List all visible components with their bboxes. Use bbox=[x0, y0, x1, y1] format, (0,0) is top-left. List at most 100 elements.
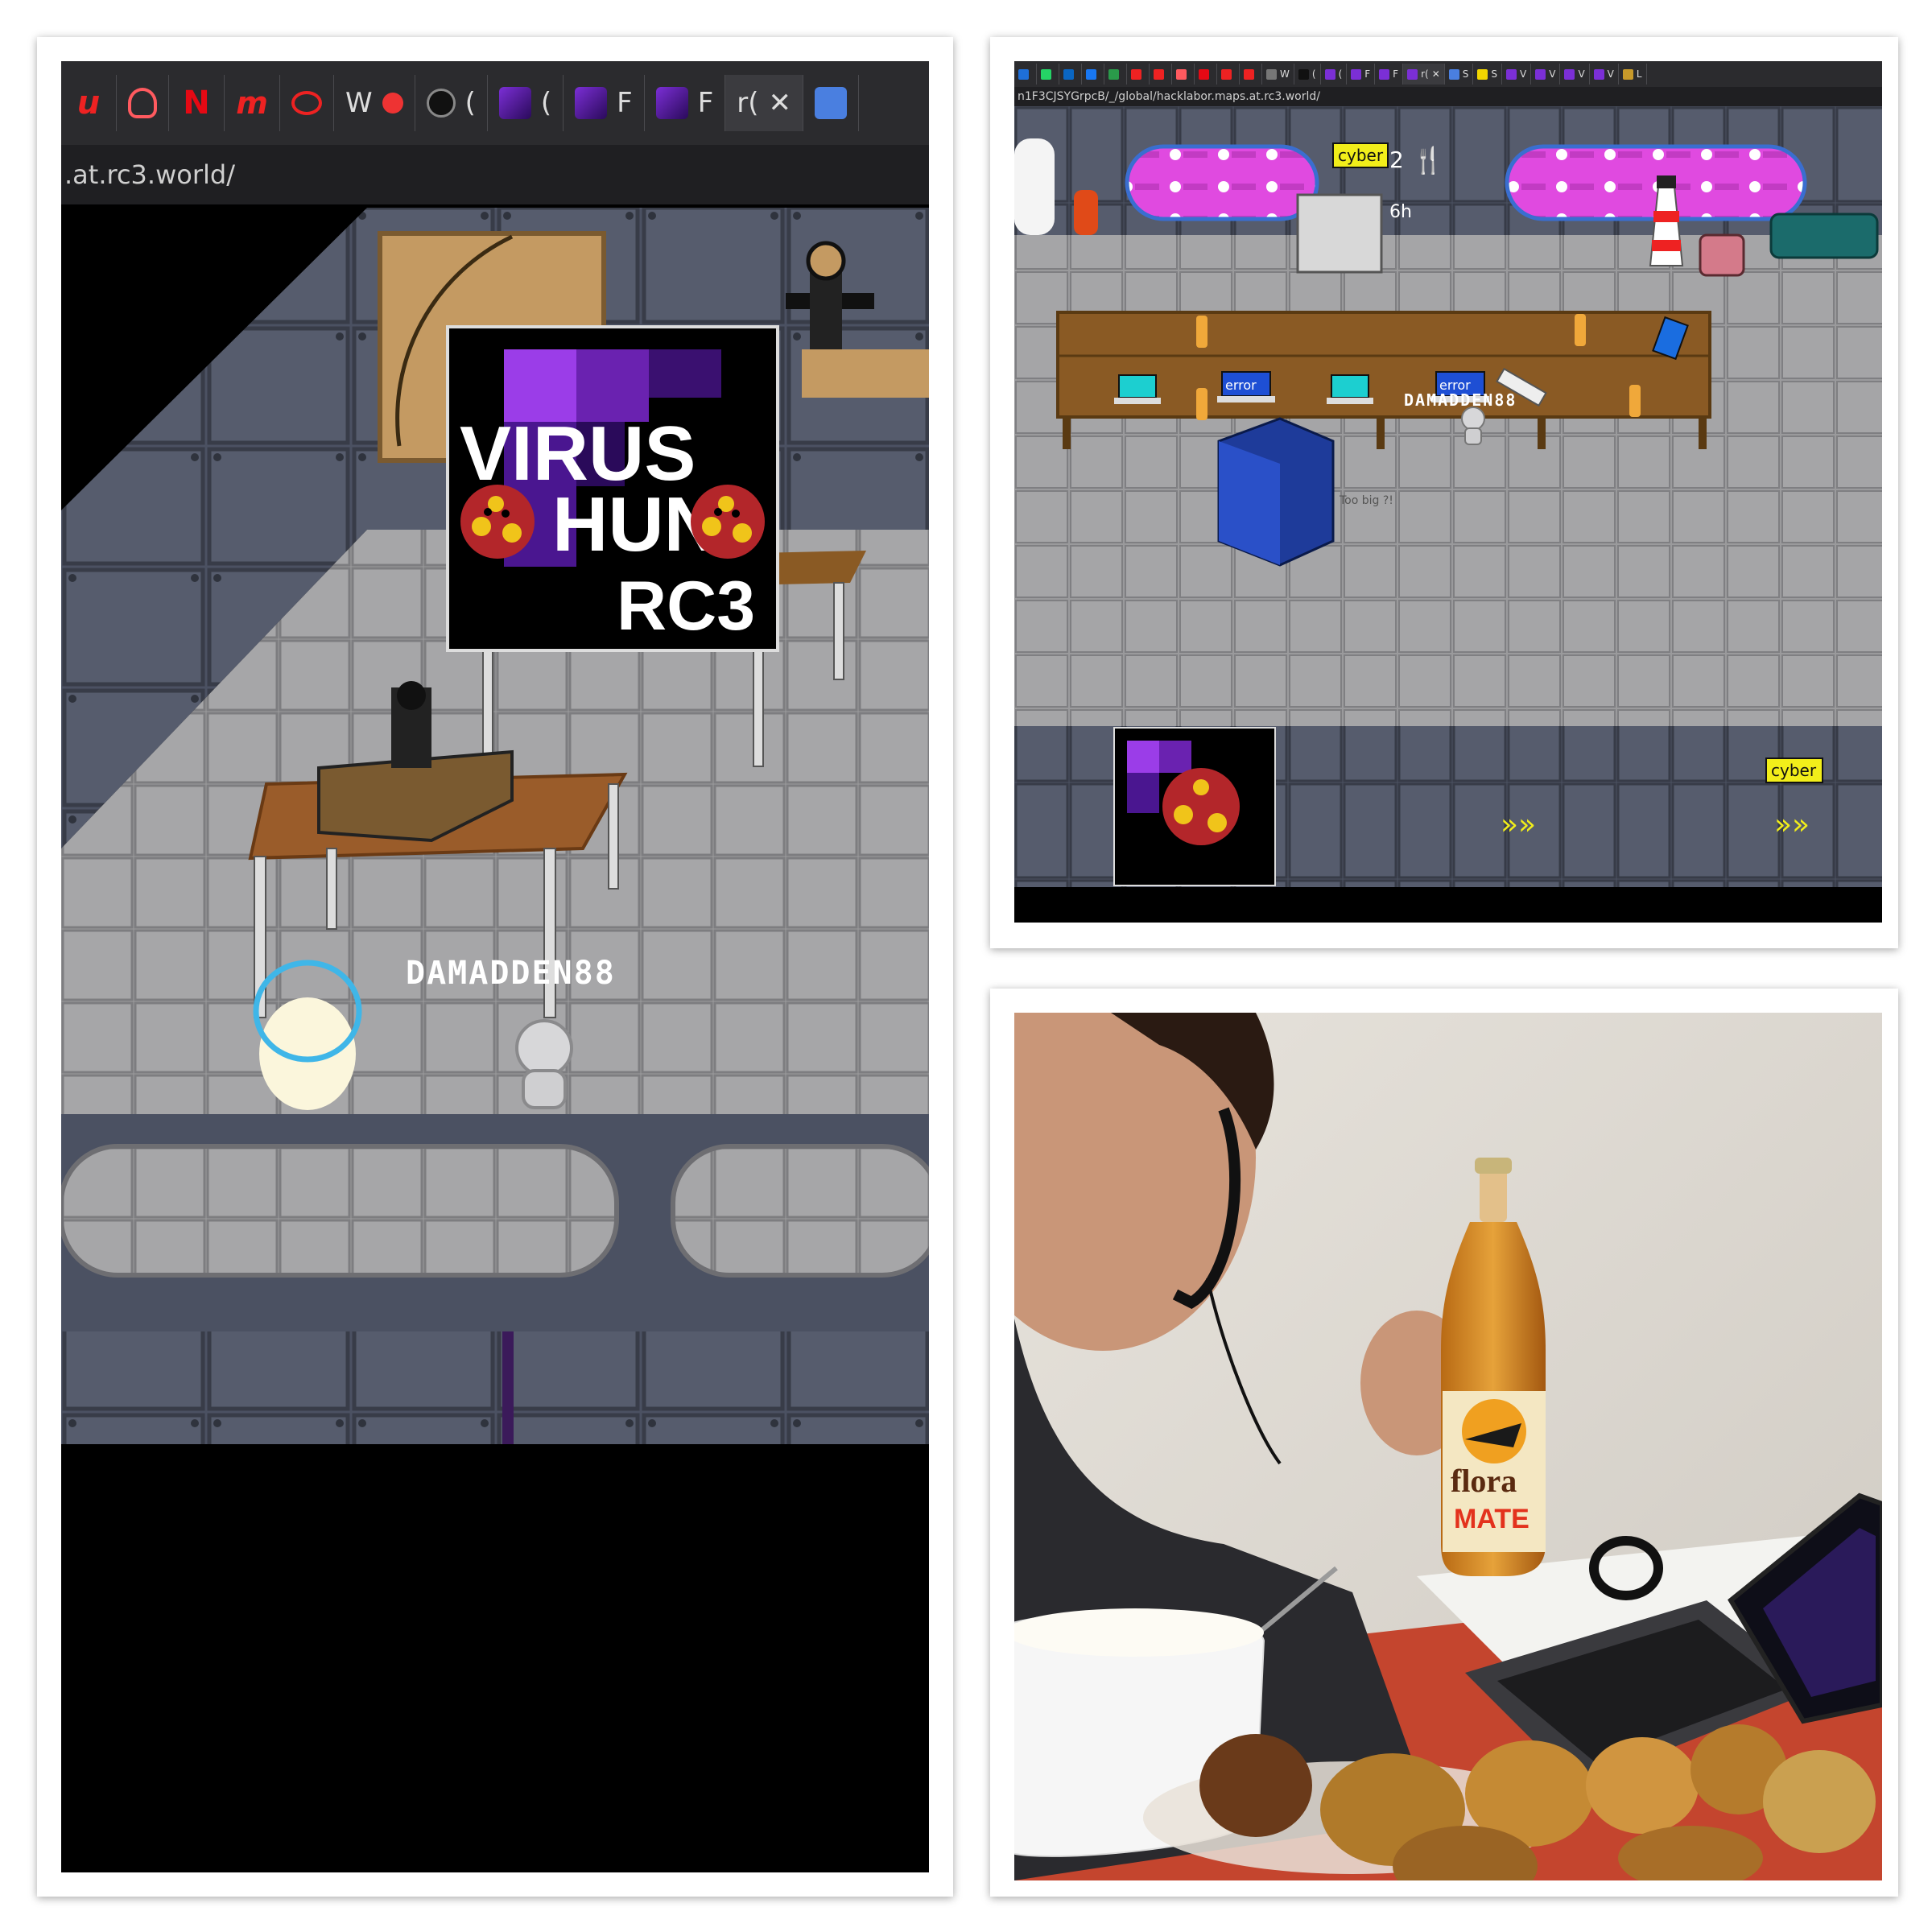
browser-tab[interactable]: F bbox=[1375, 64, 1404, 85]
browser-tab[interactable] bbox=[1037, 64, 1059, 85]
tab-label: F bbox=[1393, 68, 1399, 80]
tab-label: ( bbox=[1311, 68, 1316, 80]
tab-github[interactable]: ( bbox=[415, 75, 488, 131]
photo-frame-left: u N m W ( ( F F r( ✕ .at.rc3.world/ VIRU… bbox=[37, 37, 953, 1897]
tab-ring[interactable] bbox=[280, 75, 334, 131]
browser-tab-bar: u N m W ( ( F F r( ✕ bbox=[61, 61, 929, 145]
browser-tab[interactable]: V bbox=[1531, 64, 1561, 85]
rc3-icon bbox=[1324, 68, 1335, 80]
error-laptop: error bbox=[1217, 371, 1275, 402]
tab-active[interactable]: r( ✕ bbox=[725, 75, 804, 131]
tab-netflix[interactable]: N bbox=[169, 75, 225, 131]
laptop-icon bbox=[1327, 374, 1373, 404]
sleep-sign: 6h bbox=[1389, 202, 1412, 222]
cutlery-icon: 🍴 bbox=[1412, 145, 1444, 175]
browser-tab-bar: W ((F Fr(✕ S S V V V V L bbox=[1014, 61, 1882, 87]
photo-frame-top-right: W ((F Fr(✕ S S V V V V L n1F3CJSYGrpcB/_/global/h… bbox=[990, 37, 1898, 948]
play-icon bbox=[1535, 68, 1546, 80]
tab-u[interactable]: u bbox=[61, 75, 117, 131]
virus-hunt-poster: VIRUS HUN RC3 bbox=[446, 325, 779, 652]
ring-icon bbox=[291, 91, 322, 115]
ring-icon bbox=[1244, 68, 1254, 80]
browser-tab[interactable]: ( bbox=[1321, 64, 1348, 85]
counter-sign: 2 bbox=[1389, 147, 1404, 173]
cyber-sign-text: cyber bbox=[1338, 146, 1384, 165]
play-icon bbox=[1506, 68, 1517, 80]
chevron-right-icon: »» bbox=[1501, 808, 1536, 841]
miro-icon bbox=[1477, 68, 1488, 80]
cyber-sign-text: cyber bbox=[1771, 761, 1817, 780]
browser-tab[interactable]: L bbox=[1619, 64, 1647, 85]
browser-tab[interactable]: V bbox=[1590, 64, 1619, 85]
rc3-icon bbox=[655, 87, 688, 119]
white-door bbox=[1014, 138, 1055, 235]
u-icon: u bbox=[76, 85, 101, 122]
tab-label: V bbox=[1520, 68, 1527, 80]
mate-bottle-icon bbox=[1196, 316, 1208, 348]
browser-tab[interactable] bbox=[1172, 64, 1195, 85]
bottle-brand: flora bbox=[1451, 1463, 1517, 1499]
tab-label: r( bbox=[737, 87, 759, 119]
game-viewport[interactable]: VIRUS HUN RC3 DAMADDEN88 bbox=[61, 204, 929, 1872]
bottom-black bbox=[1014, 887, 1882, 923]
server-note: Too big ?! bbox=[1339, 494, 1393, 507]
mate-bottle-icon bbox=[1196, 388, 1208, 420]
fire-extinguisher-icon bbox=[1074, 190, 1098, 235]
u-icon bbox=[1154, 68, 1164, 80]
linkedin-icon bbox=[1063, 68, 1074, 80]
server-rack-icon bbox=[1217, 417, 1335, 567]
rc3-icon bbox=[1351, 68, 1362, 80]
browser-tab[interactable]: ( bbox=[1294, 64, 1321, 85]
refresh-icon bbox=[1108, 68, 1119, 80]
player-avatar[interactable] bbox=[515, 1019, 573, 1109]
browser-tab[interactable] bbox=[1150, 64, 1172, 85]
browser-tab[interactable] bbox=[1195, 64, 1217, 85]
browser-tab[interactable] bbox=[1240, 64, 1262, 85]
tab-docs[interactable] bbox=[803, 75, 860, 131]
browser-tab[interactable] bbox=[1104, 64, 1127, 85]
browser-tab[interactable] bbox=[1217, 64, 1240, 85]
browser-tab[interactable] bbox=[1014, 64, 1037, 85]
mate-bottle-icon bbox=[1629, 385, 1641, 417]
game-viewport[interactable]: cyber 2 6h 🍴 error error Too big ?! DAMA… bbox=[1014, 106, 1882, 923]
tab-rc3[interactable]: F bbox=[645, 75, 726, 131]
armchair-icon bbox=[1699, 233, 1745, 277]
bottle-product: MATE bbox=[1454, 1504, 1530, 1534]
tab-label: S bbox=[1491, 68, 1497, 80]
browser-tab[interactable]: W bbox=[1262, 64, 1294, 85]
m-icon bbox=[1221, 68, 1232, 80]
player-avatar[interactable] bbox=[1461, 407, 1485, 445]
close-icon[interactable]: ✕ bbox=[1432, 68, 1440, 80]
browser-tab[interactable]: S bbox=[1445, 64, 1474, 85]
record-icon bbox=[382, 93, 403, 114]
address-bar[interactable]: .at.rc3.world/ bbox=[61, 145, 929, 204]
browser-tab[interactable]: F bbox=[1347, 64, 1376, 85]
browser-tab[interactable] bbox=[1082, 64, 1104, 85]
browser-tab[interactable]: V bbox=[1560, 64, 1590, 85]
tab-label: F bbox=[1364, 68, 1371, 80]
rc3-icon bbox=[1407, 68, 1418, 80]
browser-tab[interactable]: S bbox=[1473, 64, 1502, 85]
image-icon bbox=[1622, 68, 1633, 80]
tab-label: S bbox=[1462, 68, 1469, 80]
error-screen-text: error bbox=[1225, 378, 1257, 393]
mate-bottle-icon bbox=[1575, 314, 1586, 346]
pipe bbox=[61, 1144, 619, 1278]
tab-label: ( bbox=[1338, 68, 1343, 80]
tab-w[interactable]: W bbox=[334, 75, 415, 131]
tab-label: ( bbox=[540, 87, 552, 119]
virus-hunt-tile bbox=[1113, 727, 1276, 886]
browser-tab[interactable]: r(✕ bbox=[1403, 64, 1445, 85]
browser-tab[interactable] bbox=[1059, 64, 1082, 85]
tab-airbnb[interactable] bbox=[117, 75, 169, 131]
printer-icon bbox=[1296, 193, 1383, 274]
browser-tab[interactable] bbox=[1127, 64, 1150, 85]
tab-m[interactable]: m bbox=[225, 75, 280, 131]
tab-rc3[interactable]: F bbox=[564, 75, 645, 131]
tab-rc3[interactable]: ( bbox=[488, 75, 564, 131]
close-icon[interactable]: ✕ bbox=[769, 87, 792, 119]
airbnb-icon bbox=[128, 88, 157, 118]
pipe bbox=[671, 1144, 929, 1278]
address-bar[interactable]: n1F3CJSYGrpcB/_/global/hacklabor.maps.at… bbox=[1014, 87, 1882, 106]
browser-tab[interactable]: V bbox=[1502, 64, 1532, 85]
